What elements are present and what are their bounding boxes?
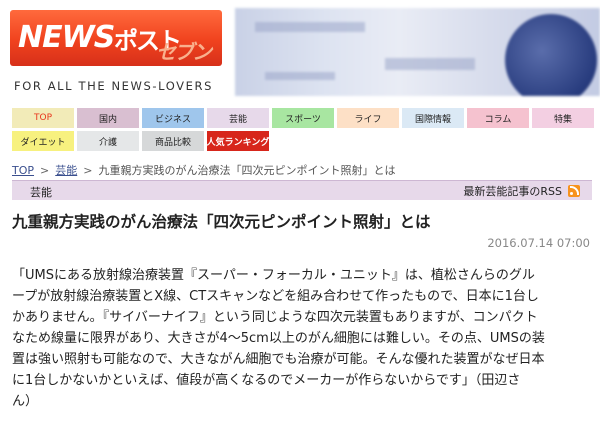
nav-item-4[interactable]: 芸能 [207,108,269,128]
nav-item-7[interactable]: 国際情報 [402,108,464,128]
site-header: NEWS ポスト セブン FOR ALL THE NEWS-LOVERS [0,0,600,100]
nav-item-1[interactable]: ダイエット [12,131,74,151]
breadcrumb-separator: > [40,163,50,177]
category-nav: TOP 国内 ビジネス 芸能 スポーツ ライフ 国際情報 コラム 特集 ダイエット 介護 商品比較人… [12,108,600,154]
nav-item-1[interactable]: TOP [12,108,74,128]
article-text-line: 置は強い照射も可能なので、大きながん細胞でも治療が可能。そんな優れた装置がなぜ日… [12,352,545,367]
nav-item-2[interactable]: 介護 [77,131,139,151]
nav-item-8[interactable]: コラム [467,108,529,128]
rss-link-label: 最新芸能記事のRSS [463,185,562,198]
nav-item-6[interactable]: ライフ [337,108,399,128]
article-text-line: ープが放射線治療装置とX線、CTスキャンなどを組み合わせて作ったもので、日本に1… [12,289,539,304]
site-tagline: FOR ALL THE NEWS-LOVERS [14,79,214,93]
nav-row-primary: TOP 国内 ビジネス 芸能 スポーツ ライフ 国際情報 コラム 特集 [12,108,600,128]
article-body: 「UMSにある放射線治療装置『スーパー・フォーカル・ユニット』は、植松さんらのグ… [12,265,588,412]
site-logo[interactable]: NEWS ポスト セブン [10,10,222,66]
nav-item-5[interactable]: スポーツ [272,108,334,128]
nav-item-9[interactable]: 特集 [532,108,594,128]
breadcrumb-category-link[interactable]: 芸能 [55,162,77,178]
breadcrumb-separator: > [83,163,93,177]
breadcrumb: TOP > 芸能 > 九重親方実践のがん治療法「四次元ピンポイント照射」とは [12,162,395,178]
nav-item-4[interactable]: 人気ランキング [207,131,269,151]
article-text-line: ん） [12,394,39,409]
banner-blur-block [265,72,335,80]
banner-blur-block [385,58,475,70]
breadcrumb-current: 九重親方実践のがん治療法「四次元ピンポイント照射」とは [98,164,396,177]
ad-banner[interactable] [235,8,600,96]
nav-item-3[interactable]: 商品比較 [142,131,204,151]
article-text-line: に1台しかないかといえば、値段が高くなるのでメーカーが作らないからです」（田辺さ [12,373,521,388]
nav-item-2[interactable]: 国内 [77,108,139,128]
article-text-line: 「UMSにある放射線治療装置『スーパー・フォーカル・ユニット』は、植松さんらのグ… [12,268,535,283]
banner-blur-block [255,22,365,32]
section-label: 芸能 [30,186,52,199]
rss-icon [568,185,580,197]
logo-news-text: NEWS [18,20,115,55]
article-text-line: なため線量に限界があり、大きさが4〜5cm以上のがん細胞には難しい。その点、UM… [12,331,545,346]
nav-row-secondary: ダイエット 介護 商品比較 人気ランキング [12,131,600,151]
logo-seven-text: セブン [156,40,212,64]
article-text-line: かありません。『サイバーナイフ』という同じような四次元装置もありますが、コンパク… [12,310,538,325]
banner-emblem [505,14,597,96]
nav-item-3[interactable]: ビジネス [142,108,204,128]
section-header-bar: 芸能 最新芸能記事のRSS [12,180,592,200]
breadcrumb-top-link[interactable]: TOP [12,164,34,177]
rss-link[interactable]: 最新芸能記事のRSS [463,183,580,199]
article-title: 九重親方実践のがん治療法「四次元ピンポイント照射」とは [12,213,431,231]
article-date: 2016.07.14 07:00 [487,236,590,250]
